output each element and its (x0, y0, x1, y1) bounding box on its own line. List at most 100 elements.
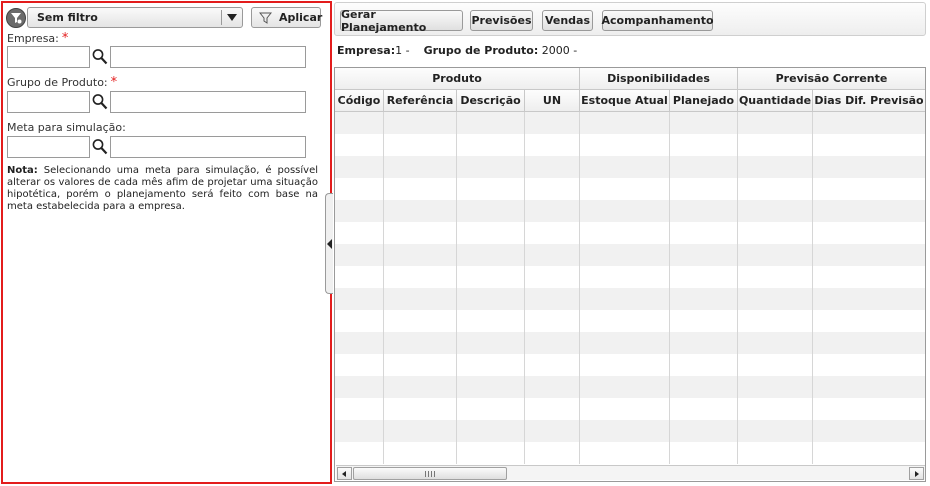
table-cell[interactable] (335, 222, 384, 244)
table-cell[interactable] (580, 442, 670, 464)
column-header-planejado[interactable]: Planejado (670, 90, 738, 111)
table-cell[interactable] (457, 178, 525, 200)
table-cell[interactable] (457, 200, 525, 222)
column-header-estoque-atual[interactable]: Estoque Atual (580, 90, 670, 111)
table-cell[interactable] (335, 442, 384, 464)
table-cell[interactable] (384, 332, 457, 354)
table-cell[interactable] (525, 376, 580, 398)
previsoes-button[interactable]: Previsões (470, 10, 533, 31)
table-cell[interactable] (670, 376, 738, 398)
scroll-left-button[interactable] (337, 467, 352, 480)
horizontal-scrollbar[interactable] (336, 465, 925, 480)
table-cell[interactable] (457, 376, 525, 398)
table-cell[interactable] (670, 332, 738, 354)
magnifier-icon[interactable] (92, 48, 108, 66)
table-row[interactable] (335, 200, 925, 222)
empresa-description-input[interactable] (110, 46, 306, 68)
table-cell[interactable] (813, 112, 925, 134)
column-header-codigo[interactable]: Código (335, 90, 384, 111)
table-cell[interactable] (525, 420, 580, 442)
table-cell[interactable] (384, 200, 457, 222)
table-row[interactable] (335, 354, 925, 376)
table-cell[interactable] (384, 266, 457, 288)
table-cell[interactable] (384, 222, 457, 244)
table-cell[interactable] (335, 156, 384, 178)
table-cell[interactable] (525, 332, 580, 354)
table-cell[interactable] (457, 398, 525, 420)
column-header-descricao[interactable]: Descrição (457, 90, 525, 111)
table-cell[interactable] (457, 112, 525, 134)
table-cell[interactable] (457, 244, 525, 266)
table-cell[interactable] (670, 354, 738, 376)
vendas-button[interactable]: Vendas (542, 10, 593, 31)
table-cell[interactable] (525, 200, 580, 222)
table-cell[interactable] (813, 156, 925, 178)
table-cell[interactable] (738, 134, 813, 156)
collapse-panel-handle[interactable] (325, 193, 333, 294)
scroll-right-button[interactable] (909, 467, 924, 480)
table-cell[interactable] (457, 288, 525, 310)
table-cell[interactable] (670, 222, 738, 244)
table-cell[interactable] (738, 178, 813, 200)
table-cell[interactable] (580, 398, 670, 420)
table-cell[interactable] (738, 442, 813, 464)
table-cell[interactable] (580, 134, 670, 156)
table-row[interactable] (335, 222, 925, 244)
table-cell[interactable] (813, 288, 925, 310)
column-header-quantidade[interactable]: Quantidade (738, 90, 813, 111)
table-cell[interactable] (580, 244, 670, 266)
table-cell[interactable] (335, 310, 384, 332)
table-cell[interactable] (335, 420, 384, 442)
table-cell[interactable] (335, 178, 384, 200)
table-cell[interactable] (457, 332, 525, 354)
table-cell[interactable] (738, 200, 813, 222)
table-cell[interactable] (525, 178, 580, 200)
table-cell[interactable] (525, 310, 580, 332)
table-cell[interactable] (525, 222, 580, 244)
table-cell[interactable] (738, 310, 813, 332)
table-cell[interactable] (457, 156, 525, 178)
table-cell[interactable] (384, 134, 457, 156)
chevron-left-icon[interactable] (327, 239, 332, 249)
table-cell[interactable] (384, 244, 457, 266)
table-cell[interactable] (335, 354, 384, 376)
table-cell[interactable] (457, 420, 525, 442)
table-row[interactable] (335, 288, 925, 310)
table-cell[interactable] (670, 178, 738, 200)
table-row[interactable] (335, 112, 925, 134)
table-cell[interactable] (580, 376, 670, 398)
table-cell[interactable] (384, 288, 457, 310)
table-cell[interactable] (525, 134, 580, 156)
table-cell[interactable] (580, 420, 670, 442)
table-cell[interactable] (813, 266, 925, 288)
table-cell[interactable] (384, 178, 457, 200)
table-cell[interactable] (813, 442, 925, 464)
table-cell[interactable] (813, 376, 925, 398)
table-cell[interactable] (670, 398, 738, 420)
table-cell[interactable] (580, 178, 670, 200)
table-cell[interactable] (384, 398, 457, 420)
table-cell[interactable] (738, 398, 813, 420)
table-cell[interactable] (335, 376, 384, 398)
column-header-dias-dif-previsao[interactable]: Dias Dif. Previsão (813, 90, 925, 111)
table-cell[interactable] (670, 200, 738, 222)
table-cell[interactable] (580, 332, 670, 354)
table-row[interactable] (335, 156, 925, 178)
table-cell[interactable] (335, 200, 384, 222)
table-cell[interactable] (813, 244, 925, 266)
table-cell[interactable] (384, 354, 457, 376)
table-cell[interactable] (813, 200, 925, 222)
table-cell[interactable] (738, 266, 813, 288)
table-row[interactable] (335, 266, 925, 288)
table-row[interactable] (335, 376, 925, 398)
table-cell[interactable] (525, 244, 580, 266)
table-cell[interactable] (813, 134, 925, 156)
table-row[interactable] (335, 310, 925, 332)
table-cell[interactable] (813, 222, 925, 244)
table-cell[interactable] (384, 420, 457, 442)
table-row[interactable] (335, 244, 925, 266)
table-cell[interactable] (738, 420, 813, 442)
meta-simulacao-code-input[interactable] (7, 136, 90, 158)
scrollbar-thumb[interactable] (353, 467, 507, 480)
table-cell[interactable] (813, 420, 925, 442)
